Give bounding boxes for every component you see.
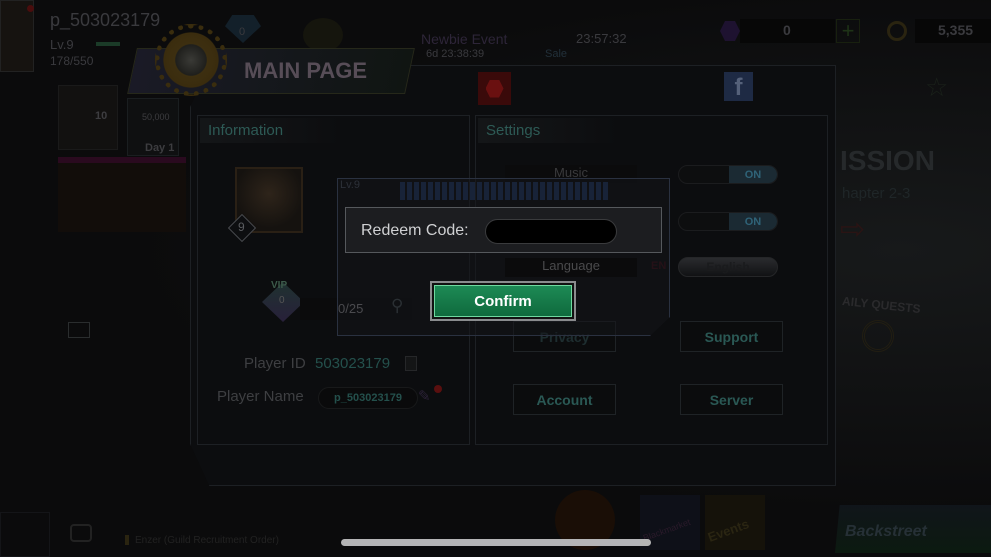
reward-count: 10: [95, 110, 108, 122]
copy-icon[interactable]: [405, 356, 417, 371]
reward-widget[interactable]: [58, 85, 118, 150]
chat-message: Enzer (Guild Recruitment Order): [135, 534, 279, 546]
add-gems-button[interactable]: +: [836, 19, 860, 43]
edit-name-icon[interactable]: ✎: [418, 387, 431, 405]
sound-toggle-state: ON: [729, 213, 777, 230]
player-name-value: p_503023179: [334, 392, 402, 404]
search-icon[interactable]: ⚲: [391, 296, 403, 316]
exp-bar: [96, 42, 120, 46]
star-icon[interactable]: ☆: [925, 72, 948, 103]
player-id-value: 503023179: [315, 355, 391, 372]
confirm-button-label: Confirm: [434, 285, 572, 317]
promo-banner[interactable]: [58, 157, 186, 232]
reward-amount: 50,000: [142, 112, 170, 122]
information-heading: Information: [200, 118, 340, 143]
redeem-code-label: Redeem Code:: [361, 222, 469, 239]
mission-chapter: hapter 2-3: [842, 185, 911, 202]
redeem-code-input[interactable]: [485, 219, 617, 244]
music-toggle-state: ON: [729, 166, 777, 183]
music-toggle[interactable]: ON: [678, 165, 778, 184]
events-button[interactable]: Events: [705, 495, 765, 550]
chat-icon[interactable]: [70, 524, 92, 542]
profile-button[interactable]: [0, 512, 50, 557]
dialog-pixel-decoration: [400, 182, 610, 200]
player-name-label: Player Name: [217, 388, 304, 405]
gear-icon: [155, 24, 227, 96]
target-icon: [862, 320, 894, 352]
gem-count: 0: [783, 22, 791, 38]
player-name-field[interactable]: p_503023179: [318, 387, 418, 409]
coin-icon: [887, 21, 907, 41]
player-level: Lv.9: [50, 37, 74, 52]
player-name: p_503023179: [50, 10, 161, 30]
mail-icon[interactable]: [68, 322, 90, 338]
hexagon-icon: [485, 79, 504, 98]
language-label: Language: [505, 258, 637, 277]
coin-count: 5,355: [938, 22, 974, 38]
notification-dot: [27, 5, 34, 12]
newbie-event-label[interactable]: Newbie Event: [421, 31, 507, 47]
account-button[interactable]: Account: [513, 384, 616, 415]
mission-arrow-icon[interactable]: ⇨: [840, 215, 935, 245]
vip-level: 0: [239, 26, 246, 38]
newbie-event-timer: 6d 23:38:39: [426, 48, 485, 60]
backstreet-button[interactable]: Backstreet: [835, 505, 991, 553]
edit-notification-dot: [434, 385, 442, 393]
player-id-label: Player ID: [244, 355, 306, 372]
search-count: 0/25: [338, 301, 364, 316]
backstreet-label: Backstreet: [845, 523, 927, 540]
dialog-lv-text: Lv.9: [340, 179, 360, 191]
settings-heading: Settings: [478, 118, 618, 143]
home-indicator[interactable]: [341, 539, 651, 546]
redeem-icon[interactable]: [478, 72, 511, 105]
facebook-icon[interactable]: f: [724, 72, 753, 101]
language-value: English: [706, 260, 750, 274]
confirm-button[interactable]: Confirm: [430, 281, 576, 321]
sound-toggle[interactable]: ON: [678, 212, 778, 231]
chat-dot-icon: [125, 535, 129, 545]
chat-bar[interactable]: Enzer (Guild Recruitment Order): [125, 530, 325, 550]
server-button[interactable]: Server: [680, 384, 783, 415]
vip-badge-level: 0: [279, 295, 285, 306]
sale-timer: 23:57:32: [576, 31, 627, 46]
sale-label[interactable]: Sale: [545, 48, 567, 60]
reward-day: Day 1: [145, 142, 175, 154]
main-page-title: MAIN PAGE: [244, 58, 368, 83]
support-button[interactable]: Support: [680, 321, 783, 352]
event-icon[interactable]: [303, 18, 343, 52]
mission-title[interactable]: ISSION: [840, 145, 935, 177]
player-exp: 178/550: [50, 54, 94, 68]
events-label: Events: [705, 516, 751, 545]
vip-badge-label: VIP: [271, 280, 288, 291]
language-select[interactable]: English: [678, 257, 778, 277]
avatar-level: 9: [238, 220, 245, 234]
